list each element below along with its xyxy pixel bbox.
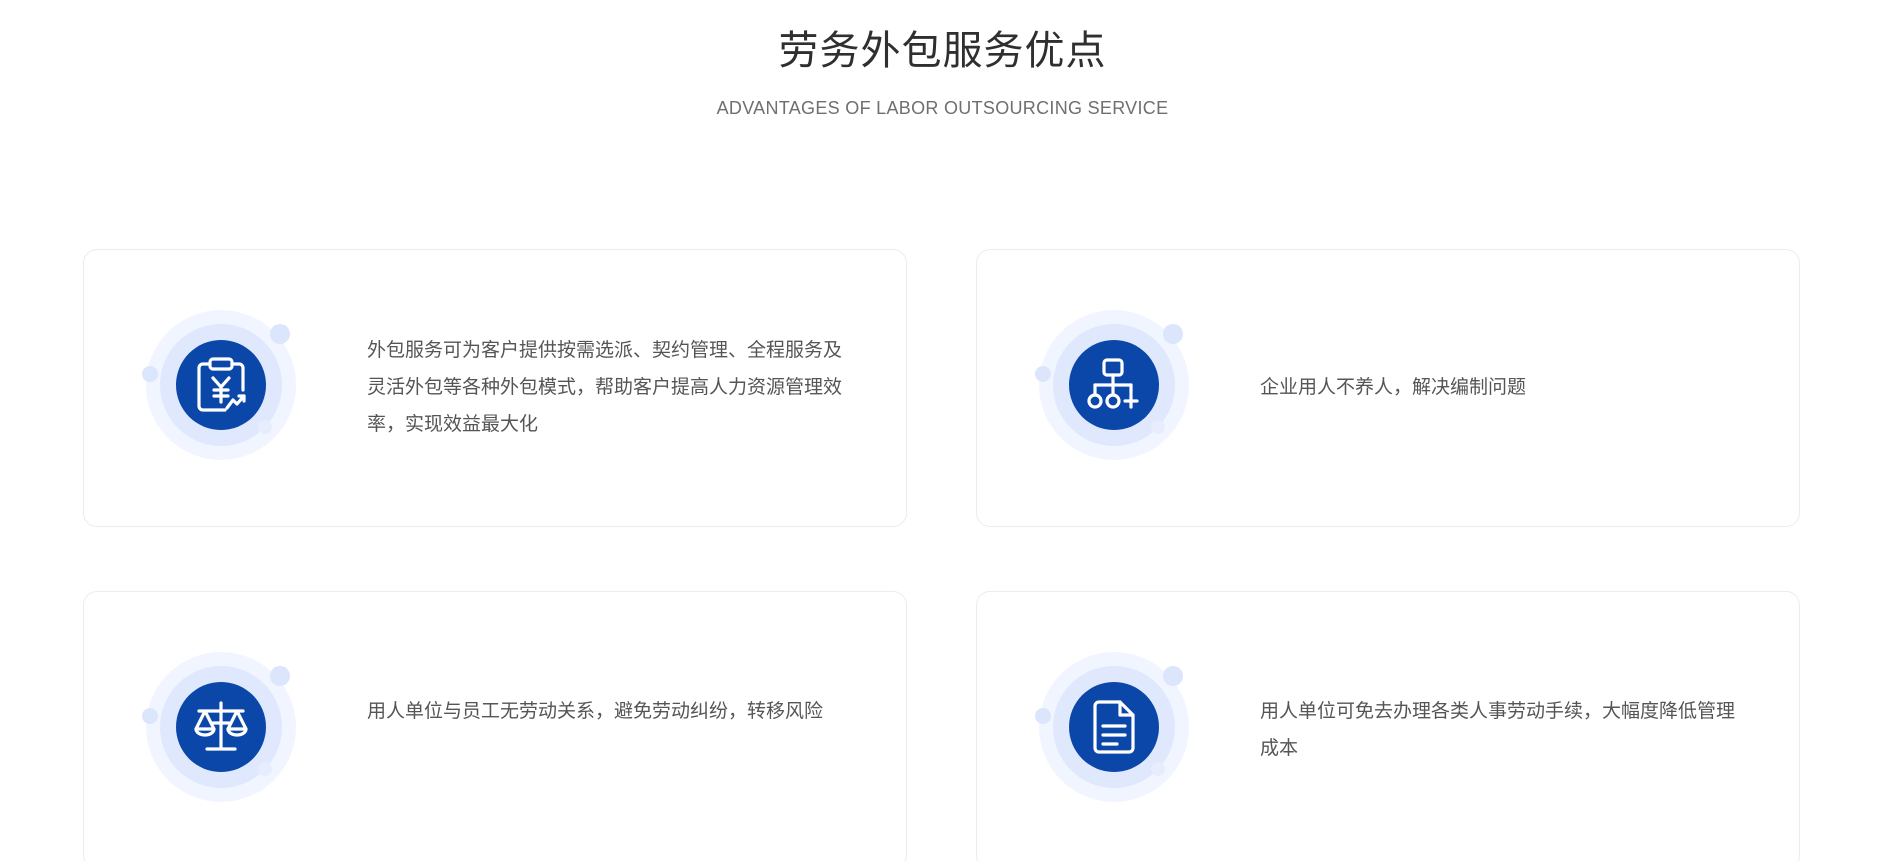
icon-badge xyxy=(142,652,296,802)
decor-dot xyxy=(142,366,158,382)
decor-dot xyxy=(258,420,272,434)
decor-dot xyxy=(1163,666,1183,686)
decor-dot xyxy=(270,666,290,686)
decor-dot xyxy=(258,762,272,776)
advantages-section: 劳务外包服务优点 ADVANTAGES OF LABOR OUTSOURCING… xyxy=(0,0,1885,861)
icon-badge xyxy=(1035,310,1189,460)
section-subtitle: ADVANTAGES OF LABOR OUTSOURCING SERVICE xyxy=(716,98,1169,118)
icon-badge xyxy=(142,310,296,460)
decor-dot xyxy=(1035,708,1051,724)
org-chart-icon xyxy=(1069,340,1159,430)
icon-badge xyxy=(1035,652,1189,802)
advantage-card: 用人单位与员工无劳动关系，避免劳动纠纷，转移风险 xyxy=(83,591,907,861)
advantage-card: 企业用人不养人，解决编制问题 xyxy=(976,249,1800,527)
decor-dot xyxy=(1035,366,1051,382)
decor-dot xyxy=(142,708,158,724)
card-description: 用人单位可免去办理各类人事劳动手续，大幅度降低管理成本 xyxy=(1260,700,1736,759)
card-description: 用人单位与员工无劳动关系，避免劳动纠纷，转移风险 xyxy=(367,700,824,722)
scales-icon xyxy=(176,682,266,772)
section-title: 劳务外包服务优点 xyxy=(778,28,1107,74)
decor-dot xyxy=(1163,324,1183,344)
decor-dot xyxy=(1151,420,1165,434)
advantage-card: 用人单位可免去办理各类人事劳动手续，大幅度降低管理成本 xyxy=(976,591,1800,861)
advantage-card: 外包服务可为客户提供按需选派、契约管理、全程服务及灵活外包等各种外包模式，帮助客… xyxy=(83,249,907,527)
decor-dot xyxy=(1151,762,1165,776)
card-description: 外包服务可为客户提供按需选派、契约管理、全程服务及灵活外包等各种外包模式，帮助客… xyxy=(367,339,843,435)
card-description: 企业用人不养人，解决编制问题 xyxy=(1260,376,1527,398)
clipboard-yuan-icon xyxy=(176,340,266,430)
document-icon xyxy=(1069,682,1159,772)
decor-dot xyxy=(270,324,290,344)
